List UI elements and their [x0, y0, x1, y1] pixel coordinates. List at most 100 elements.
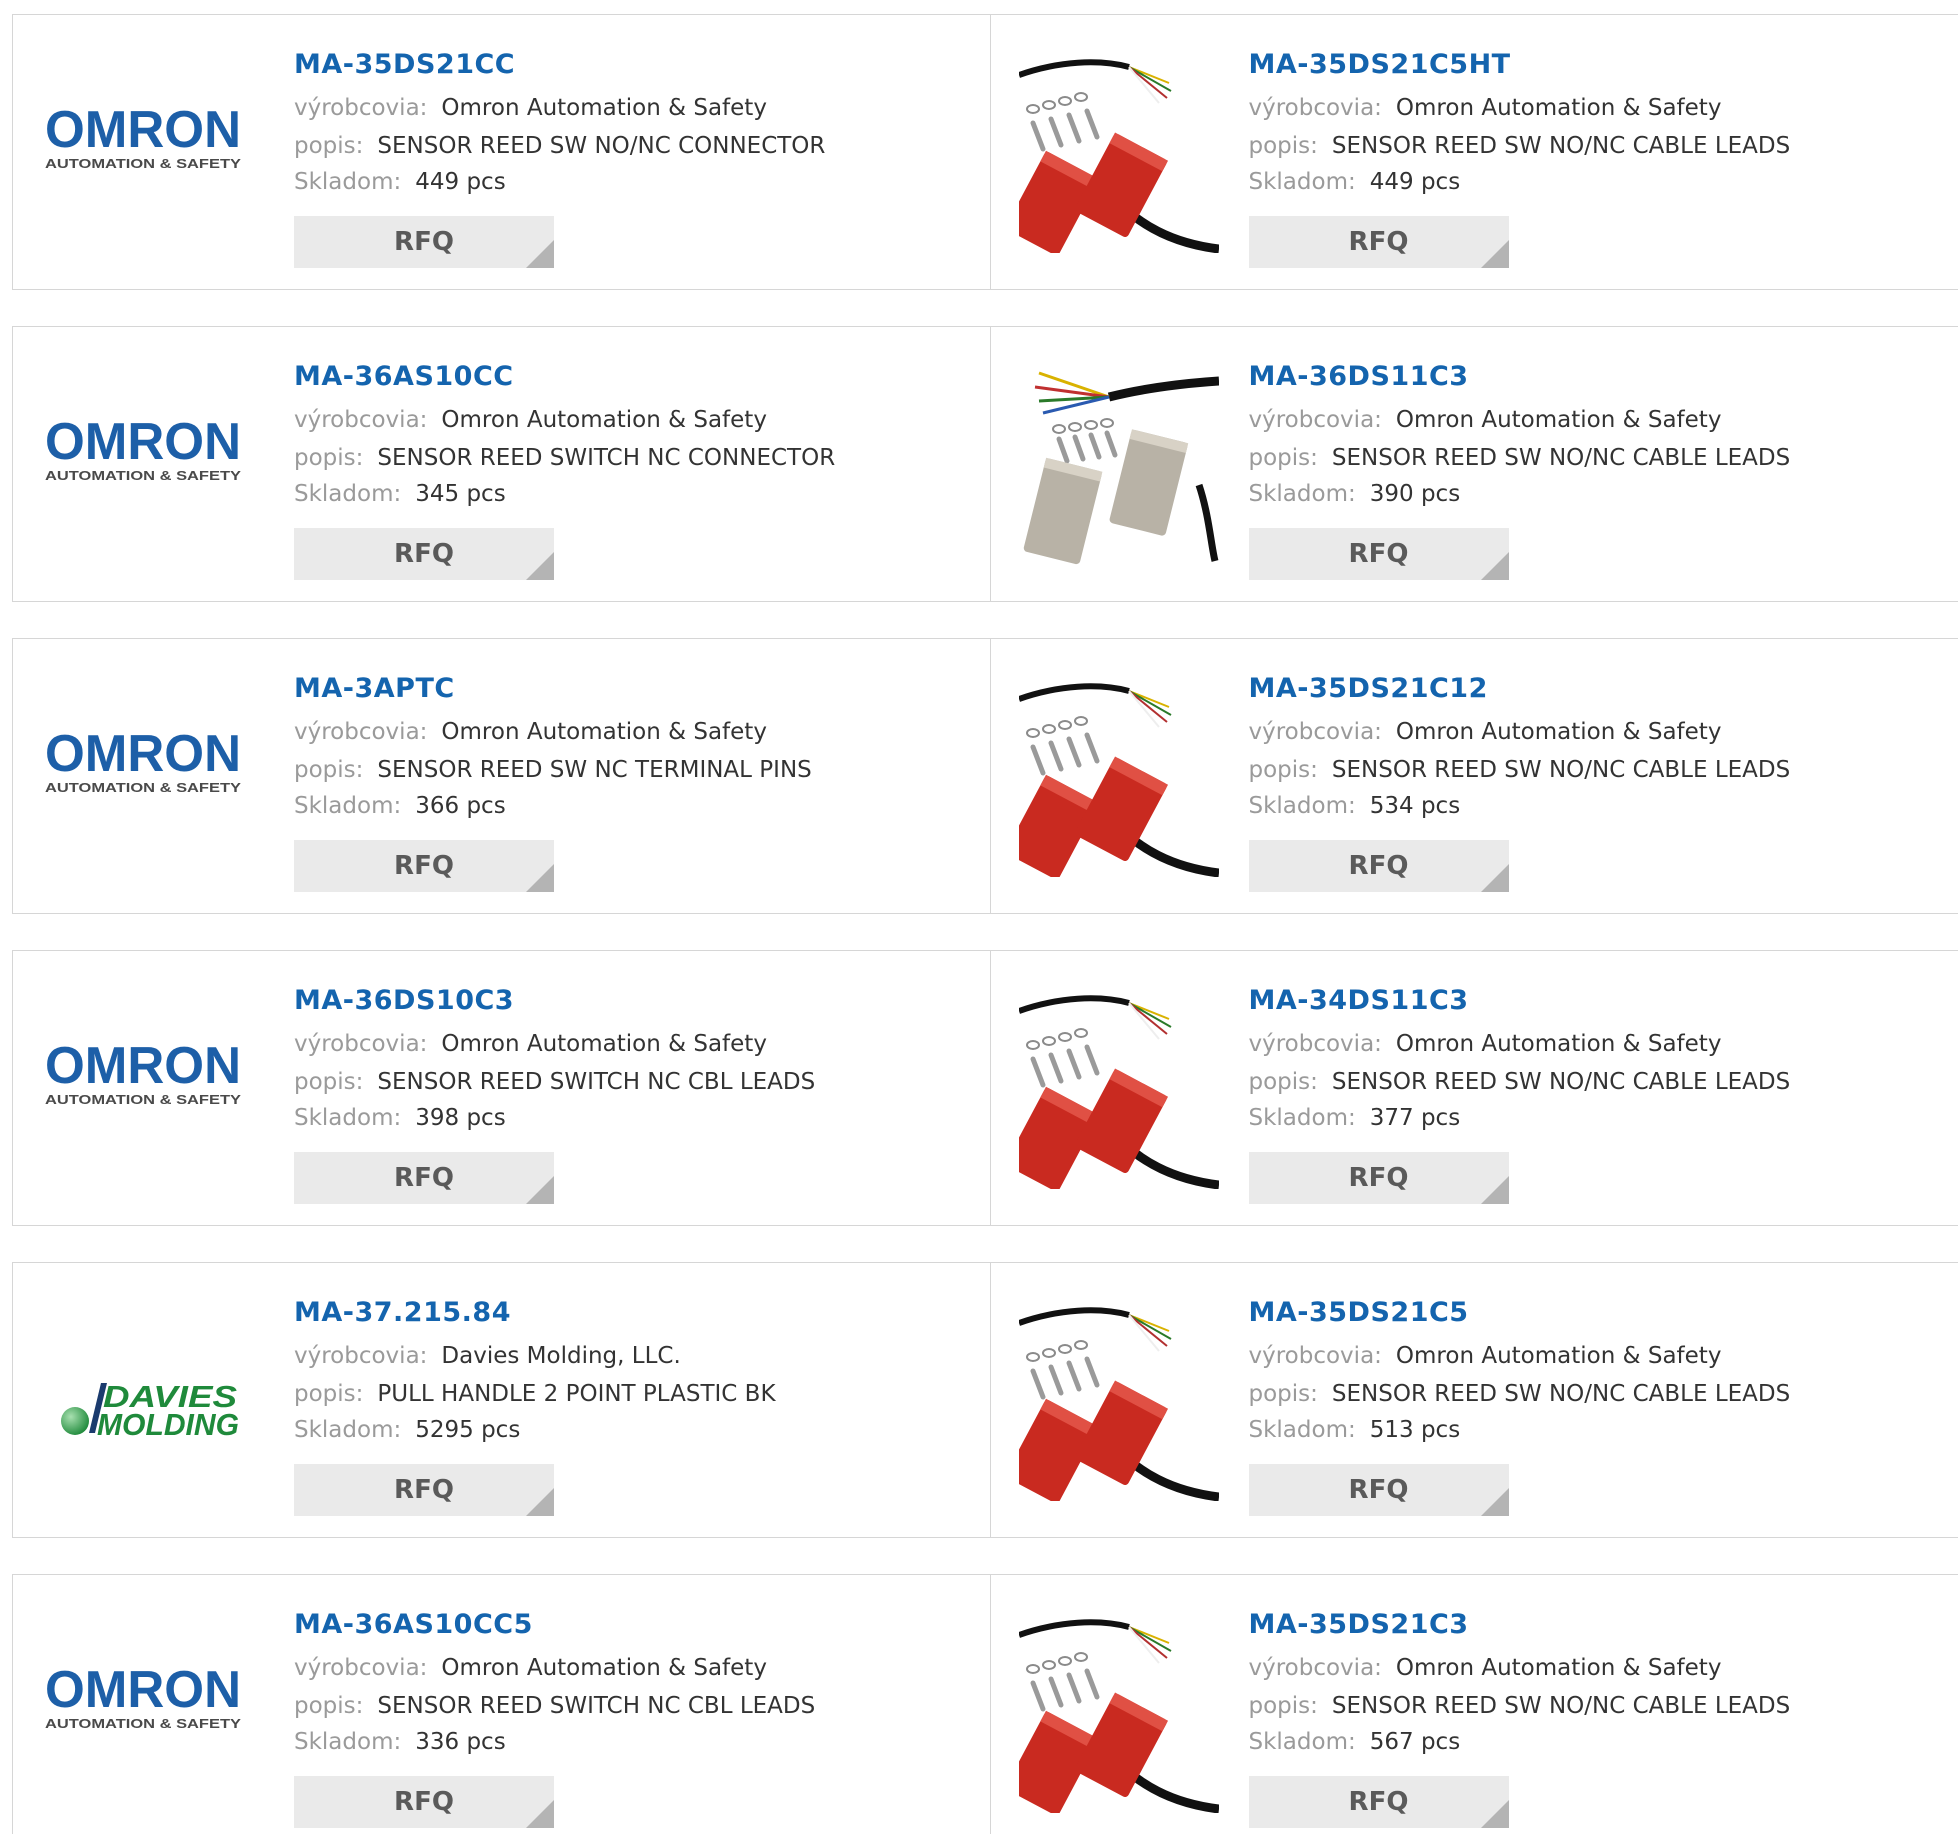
stock-line: Skladom: 449 pcs: [1249, 169, 1461, 195]
rfq-button[interactable]: RFQ: [1248, 1464, 1509, 1516]
product-card: OMRON AUTOMATION & SAFETY MA-36AS10CC výr…: [13, 327, 991, 601]
manufacturer-label: výrobcovia:: [294, 1343, 428, 1369]
manufacturer-line: výrobcovia: Omron Automation & Safety: [1249, 1031, 1722, 1057]
part-number-link[interactable]: MA-36AS10CC5: [294, 1609, 533, 1640]
manufacturer-line: výrobcovia: Omron Automation & Safety: [294, 719, 767, 745]
description-value: SENSOR REED SWITCH NC CONNECTOR: [377, 445, 836, 471]
product-row: OMRON AUTOMATION & SAFETY MA-35DS21CC výr…: [12, 14, 1958, 290]
stock-value: 5295 pcs: [415, 1417, 521, 1443]
davies-molding-logo-icon: DAVIESMOLDING: [61, 1379, 239, 1442]
stock-value: 336 pcs: [415, 1729, 506, 1755]
omron-logo-sub: AUTOMATION & SAFETY: [45, 156, 241, 171]
part-number-link[interactable]: MA-36DS10C3: [294, 985, 514, 1016]
rfq-button[interactable]: RFQ: [294, 1152, 554, 1204]
omron-logo-main: OMRON: [45, 1661, 241, 1719]
manufacturer-value: Omron Automation & Safety: [1395, 95, 1722, 121]
stock-label: Skladom:: [1248, 1417, 1356, 1443]
omron-logo-sub: AUTOMATION & SAFETY: [45, 1092, 241, 1107]
manufacturer-line: výrobcovia: Omron Automation & Safety: [294, 95, 767, 121]
rfq-label: RFQ: [1348, 1475, 1409, 1505]
omron-logo[interactable]: OMRON AUTOMATION & SAFETY: [43, 677, 243, 877]
part-number-link[interactable]: MA-34DS11C3: [1249, 985, 1469, 1016]
description-line: popis: PULL HANDLE 2 POINT PLASTIC BK: [294, 1381, 776, 1407]
corner-triangle-icon: [526, 1488, 554, 1516]
stock-line: Skladom: 336 pcs: [294, 1729, 506, 1755]
omron-logo[interactable]: OMRON AUTOMATION & SAFETY: [43, 989, 243, 1189]
part-number-link[interactable]: MA-36DS11C3: [1249, 361, 1469, 392]
rfq-label: RFQ: [394, 1475, 454, 1505]
rfq-button[interactable]: RFQ: [1248, 840, 1509, 892]
corner-triangle-icon: [526, 864, 554, 892]
rfq-label: RFQ: [1348, 851, 1409, 881]
part-number-link[interactable]: MA-35DS21C5HT: [1249, 49, 1511, 80]
corner-triangle-icon: [1480, 552, 1509, 580]
corner-triangle-icon: [526, 1800, 554, 1828]
product-card: OMRON AUTOMATION & SAFETY MA-35DS21CC výr…: [13, 15, 991, 289]
part-number-link[interactable]: MA-37.215.84: [294, 1297, 511, 1328]
description-label: popis:: [294, 1069, 364, 1095]
description-value: SENSOR REED SW NO/NC CABLE LEADS: [1331, 1069, 1791, 1095]
stock-line: Skladom: 366 pcs: [294, 793, 506, 819]
red-reed-sensor-photo[interactable]: [1005, 989, 1220, 1192]
rfq-button[interactable]: RFQ: [1248, 216, 1509, 268]
rfq-button[interactable]: RFQ: [294, 1776, 554, 1828]
manufacturer-label: výrobcovia:: [294, 719, 428, 745]
description-value: SENSOR REED SW NO/NC CABLE LEADS: [1331, 1693, 1791, 1719]
red-reed-sensor-photo[interactable]: [1005, 677, 1220, 880]
manufacturer-label: výrobcovia:: [1248, 719, 1382, 745]
stock-line: Skladom: 567 pcs: [1249, 1729, 1461, 1755]
rfq-label: RFQ: [394, 1163, 454, 1193]
davies-molding-logo[interactable]: DAVIES MOLDING: [43, 1301, 243, 1501]
manufacturer-label: výrobcovia:: [294, 95, 428, 121]
product-card: MA-36DS11C3 výrobcovia: Omron Automation …: [991, 327, 1958, 601]
description-value: SENSOR REED SW NO/NC CONNECTOR: [377, 133, 826, 159]
description-value: SENSOR REED SWITCH NC CBL LEADS: [377, 1069, 816, 1095]
manufacturer-value: Omron Automation & Safety: [1395, 719, 1722, 745]
rfq-button[interactable]: RFQ: [294, 1464, 554, 1516]
product-card: MA-35DS21C12 výrobcovia: Omron Automation…: [991, 639, 1958, 913]
manufacturer-line: výrobcovia: Omron Automation & Safety: [1249, 1343, 1722, 1369]
description-label: popis:: [1248, 133, 1318, 159]
description-line: popis: SENSOR REED SW NO/NC CABLE LEADS: [1249, 1693, 1791, 1719]
omron-logo-icon: OMRONAUTOMATION & SAFETY: [45, 725, 241, 795]
omron-logo[interactable]: OMRON AUTOMATION & SAFETY: [43, 365, 243, 565]
steel-reed-sensor-photo: [1023, 371, 1219, 565]
red-reed-sensor-photo: [1005, 683, 1220, 880]
part-number-link[interactable]: MA-35DS21C5: [1249, 1297, 1469, 1328]
rfq-label: RFQ: [394, 1787, 454, 1817]
rfq-button[interactable]: RFQ: [1248, 1776, 1509, 1828]
rfq-button[interactable]: RFQ: [1248, 1152, 1509, 1204]
description-label: popis:: [1248, 1069, 1318, 1095]
product-card: DAVIES MOLDING MA-37.215.84 výrobcovia: Da…: [13, 1263, 991, 1537]
omron-logo[interactable]: OMRON AUTOMATION & SAFETY: [43, 1613, 243, 1813]
red-reed-sensor-photo[interactable]: [1005, 53, 1220, 256]
omron-logo-icon: OMRONAUTOMATION & SAFETY: [45, 1037, 241, 1107]
stock-value: 534 pcs: [1369, 793, 1461, 819]
part-number-link[interactable]: MA-3APTC: [294, 673, 455, 704]
description-value: SENSOR REED SW NO/NC CABLE LEADS: [1331, 445, 1791, 471]
rfq-button[interactable]: RFQ: [294, 840, 554, 892]
steel-reed-sensor-photo[interactable]: [1019, 365, 1219, 565]
description-line: popis: SENSOR REED SW NO/NC CABLE LEADS: [1249, 1381, 1791, 1407]
stock-value: 449 pcs: [1369, 169, 1461, 195]
stock-label: Skladom:: [1248, 481, 1356, 507]
red-reed-sensor-photo[interactable]: [1005, 1301, 1220, 1504]
product-row: OMRON AUTOMATION & SAFETY MA-36DS10C3 výr…: [12, 950, 1958, 1226]
rfq-button[interactable]: RFQ: [294, 528, 554, 580]
part-number-link[interactable]: MA-36AS10CC: [294, 361, 514, 392]
manufacturer-line: výrobcovia: Omron Automation & Safety: [294, 1655, 767, 1681]
part-number-link[interactable]: MA-35DS21C3: [1249, 1609, 1469, 1640]
description-line: popis: SENSOR REED SW NO/NC CABLE LEADS: [1249, 133, 1791, 159]
manufacturer-label: výrobcovia:: [294, 1031, 428, 1057]
description-line: popis: SENSOR REED SW NO/NC CONNECTOR: [294, 133, 825, 159]
part-number-link[interactable]: MA-35DS21CC: [294, 49, 515, 80]
omron-logo[interactable]: OMRON AUTOMATION & SAFETY: [43, 53, 243, 253]
red-reed-sensor-photo[interactable]: [1005, 1613, 1220, 1816]
stock-label: Skladom:: [294, 1105, 402, 1131]
omron-logo-icon: OMRONAUTOMATION & SAFETY: [45, 1661, 241, 1731]
description-label: popis:: [1248, 445, 1318, 471]
rfq-button[interactable]: RFQ: [294, 216, 554, 268]
rfq-button[interactable]: RFQ: [1248, 528, 1509, 580]
description-line: popis: SENSOR REED SW NO/NC CABLE LEADS: [1249, 1069, 1791, 1095]
part-number-link[interactable]: MA-35DS21C12: [1249, 673, 1488, 704]
